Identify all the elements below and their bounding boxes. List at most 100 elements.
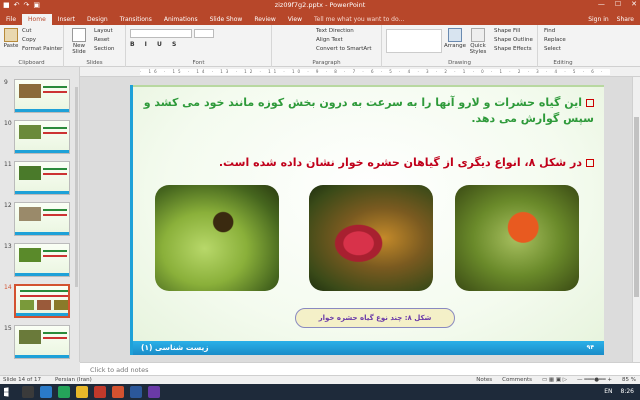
slide-thumbnail-image — [14, 325, 70, 359]
slides-group-label: Slides — [86, 60, 103, 66]
media-player-icon[interactable] — [94, 386, 106, 398]
share-button[interactable]: Share — [617, 14, 634, 25]
slides-group: New Slide Layout Reset Section Slides — [64, 25, 126, 67]
quick-styles-button[interactable]: Quick Styles — [468, 28, 488, 55]
scrollbar-thumb[interactable] — [634, 117, 639, 297]
file-explorer-icon[interactable] — [76, 386, 88, 398]
font-family-dropdown[interactable] — [130, 29, 192, 38]
font-format-buttons[interactable]: B I U S — [130, 41, 180, 48]
checkbox-bullet-icon — [586, 99, 594, 107]
notes-pane[interactable]: Click to add notes — [80, 362, 640, 375]
slide-thumbnail-image — [14, 120, 70, 154]
slide-page-number: ۹۴ — [586, 344, 594, 351]
language-indicator[interactable]: Persian (Iran) — [55, 377, 92, 383]
slide-thumbnail[interactable]: 12 — [4, 202, 74, 238]
slide-thumbnail-image — [14, 161, 70, 195]
tab-animations[interactable]: Animations — [158, 14, 204, 25]
shapes-gallery[interactable] — [386, 29, 442, 53]
language-indicator-taskbar[interactable]: EN — [604, 388, 612, 395]
word-icon[interactable] — [130, 386, 142, 398]
tab-transitions[interactable]: Transitions — [114, 14, 158, 25]
copy-button[interactable]: Copy — [22, 36, 62, 45]
format-painter-button[interactable]: Format Painter — [22, 45, 62, 54]
task-view-icon[interactable] — [22, 386, 34, 398]
zoom-level[interactable]: 85 % — [622, 377, 636, 383]
paragraph-group-label: Paragraph — [312, 60, 341, 66]
system-tray: EN 8:26 — [604, 388, 634, 395]
find-button[interactable]: Find — [544, 27, 566, 36]
powerpoint-icon[interactable] — [112, 386, 124, 398]
font-size-dropdown[interactable] — [194, 29, 214, 38]
slide-thumbnail[interactable]: 11 — [4, 161, 74, 197]
shape-fill-button[interactable]: Shape Fill — [494, 27, 533, 36]
browser-icon[interactable] — [40, 386, 52, 398]
shape-outline-button[interactable]: Shape Outline — [494, 36, 533, 45]
tab-view[interactable]: View — [282, 14, 308, 25]
whatsapp-icon[interactable] — [58, 386, 70, 398]
tab-design[interactable]: Design — [81, 14, 114, 25]
cut-button[interactable]: Cut — [22, 27, 62, 36]
font-group-label: Font — [192, 60, 205, 66]
drawing-group: Arrange Quick Styles Shape Fill Shape Ou… — [382, 25, 538, 67]
convert-smartart-button[interactable]: Convert to SmartArt — [316, 45, 372, 54]
slide-vertical-scrollbar[interactable] — [632, 77, 640, 362]
tab-slide-show[interactable]: Slide Show — [204, 14, 249, 25]
current-slide[interactable]: این گیاه حشرات و لارو آنها را به سرعت به… — [130, 85, 604, 355]
start-icon[interactable] — [4, 387, 9, 397]
new-slide-button[interactable]: New Slide — [68, 28, 90, 55]
drawing-group-label: Drawing — [448, 60, 471, 66]
sundew-plant-photo[interactable] — [455, 185, 579, 291]
layout-button[interactable]: Layout — [94, 27, 114, 36]
slide-paragraph-1[interactable]: این گیاه حشرات و لارو آنها را به سرعت به… — [139, 95, 594, 127]
slide-thumbnail[interactable]: 10 — [4, 120, 74, 156]
app-icon[interactable] — [148, 386, 160, 398]
slide-number: 11 — [4, 161, 12, 168]
slide-paragraph-2[interactable]: در شکل ۸، انواع دیگری از گیاهان حشره خوا… — [139, 155, 594, 171]
comments-toggle-button[interactable]: Comments — [502, 377, 532, 383]
arrange-button[interactable]: Arrange — [444, 28, 466, 49]
paragraph-group: Text Direction Align Text Convert to Sma… — [272, 25, 382, 67]
zoom-slider[interactable]: — ━━━●━━ + — [577, 377, 612, 383]
slide-number: 14 — [4, 284, 12, 291]
section-button[interactable]: Section — [94, 45, 114, 54]
slide-thumbnail-image — [14, 243, 70, 277]
paste-icon — [4, 28, 18, 42]
maximize-button[interactable]: ☐ — [615, 0, 621, 8]
tab-insert[interactable]: Insert — [52, 14, 81, 25]
slide-thumbnails-pane: 9 10 11 12 13 14 15 — [0, 67, 80, 362]
pitcher-plant-photo[interactable] — [309, 185, 433, 291]
slide-thumbnail[interactable]: 15 — [4, 325, 74, 361]
ribbon: Paste Cut Copy Format Painter Clipboard … — [0, 25, 640, 67]
slide-thumbnail-image — [14, 202, 70, 236]
slide-number: 9 — [4, 79, 8, 86]
window-title: ziz09f7g2.pptx - PowerPoint — [274, 1, 366, 9]
paste-button[interactable]: Paste — [2, 28, 20, 49]
view-buttons[interactable]: ▭ ▦ ▣ ▷ — [542, 377, 567, 383]
tab-home[interactable]: Home — [22, 14, 52, 25]
windows-taskbar: EN 8:26 — [0, 384, 640, 400]
select-button[interactable]: Select — [544, 45, 566, 54]
tab-review[interactable]: Review — [248, 14, 281, 25]
footer-title: زیست شناسی (۱) — [141, 343, 209, 352]
align-text-button[interactable]: Align Text — [316, 36, 372, 45]
clock[interactable]: 8:26 — [621, 388, 634, 395]
replace-button[interactable]: Replace — [544, 36, 566, 45]
tab-file[interactable]: File — [0, 14, 22, 25]
slide-thumbnail[interactable]: 13 — [4, 243, 74, 279]
shape-effects-button[interactable]: Shape Effects — [494, 45, 533, 54]
text-direction-button[interactable]: Text Direction — [316, 27, 372, 36]
minimize-button[interactable]: — — [598, 0, 605, 8]
sign-in-link[interactable]: Sign in — [588, 14, 608, 25]
title-bar: ■ ↶ ↷ ▣ ziz09f7g2.pptx - PowerPoint — ☐ … — [0, 0, 640, 12]
status-bar: Slide 14 of 17 Persian (Iran) Notes Comm… — [0, 375, 640, 384]
reset-button[interactable]: Reset — [94, 36, 114, 45]
tell-me-search[interactable]: Tell me what you want to do... — [314, 14, 404, 25]
thumbnails-scrollbar[interactable] — [75, 87, 78, 287]
figure-caption[interactable]: شکل ۸: چند نوع گیاه حشره خوار — [295, 308, 455, 328]
close-button[interactable]: ✕ — [631, 0, 637, 8]
slide-thumbnail[interactable]: 9 — [4, 79, 74, 115]
venus-flytrap-photo[interactable] — [155, 185, 279, 291]
notes-toggle-button[interactable]: Notes — [476, 377, 492, 383]
slide-thumbnail-active[interactable]: 14 — [4, 284, 74, 320]
slide-thumbnail-image — [14, 284, 70, 318]
